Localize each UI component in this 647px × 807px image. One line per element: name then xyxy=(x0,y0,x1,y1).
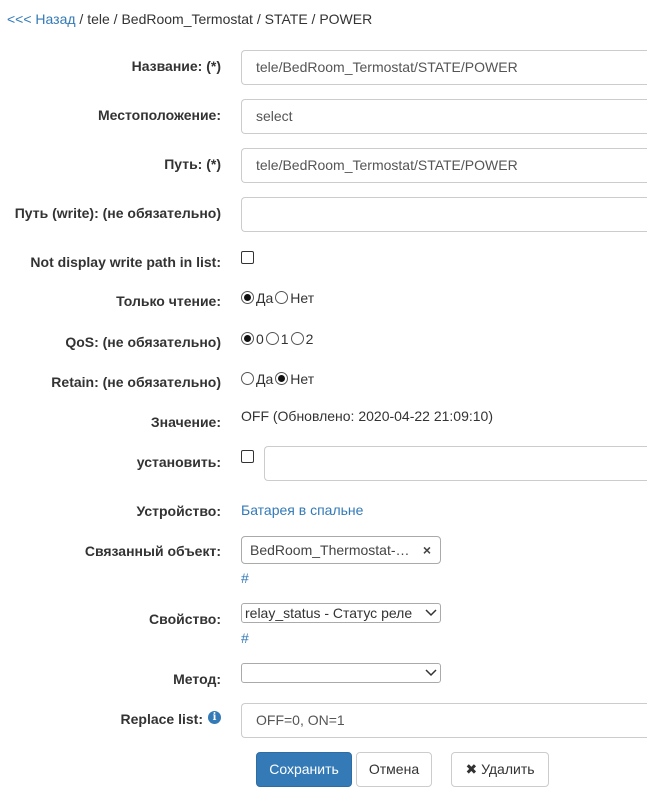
breadcrumb: <<< Назад / tele / BedRoom_Termostat / S… xyxy=(7,11,372,27)
read-only-no-radio[interactable] xyxy=(275,291,289,304)
clear-icon[interactable]: × xyxy=(423,537,431,563)
save-button[interactable]: Сохранить xyxy=(256,752,352,787)
breadcrumb-path: / tele / BedRoom_Termostat / STATE / POW… xyxy=(79,11,373,27)
property-select[interactable]: relay_status - Статус реле xyxy=(241,603,441,623)
not-display-write-label: Not display write path in list: xyxy=(30,254,221,270)
path-input[interactable]: tele/BedRoom_Termostat/STATE/POWER xyxy=(241,148,647,183)
device-link[interactable]: Батарея в спальне xyxy=(241,502,363,518)
retain-label: Retain: (не обязательно) xyxy=(51,374,221,390)
read-only-no-label: Нет xyxy=(290,290,315,306)
set-label: установить: xyxy=(136,454,221,470)
set-value-input[interactable] xyxy=(264,446,647,481)
qos-radio-group: 012 xyxy=(241,331,315,347)
qos-2-label: 2 xyxy=(305,331,314,347)
read-only-yes-label: Да xyxy=(256,290,274,306)
property-hash-link[interactable]: # xyxy=(241,630,249,646)
set-checkbox[interactable] xyxy=(241,450,254,463)
cancel-button[interactable]: Отмена xyxy=(356,752,432,787)
location-select[interactable]: select xyxy=(241,99,647,134)
qos-label: QoS: (не обязательно) xyxy=(65,334,221,350)
replace-list-label: Replace list: xyxy=(120,711,203,727)
current-value-text: OFF (Обновлено: 2020-04-22 21:09:10) xyxy=(241,408,493,424)
property-label: Свойство: xyxy=(149,611,221,627)
read-only-yes-radio[interactable] xyxy=(241,291,254,304)
info-icon[interactable]: i xyxy=(208,711,221,724)
method-label: Метод: xyxy=(173,671,221,687)
name-label: Название: (*) xyxy=(131,58,221,74)
delete-label: Удалить xyxy=(481,761,535,777)
qos-1-radio[interactable] xyxy=(265,332,279,345)
qos-0-label: 0 xyxy=(256,331,264,347)
method-select[interactable] xyxy=(241,663,441,683)
path-label: Путь: (*) xyxy=(164,156,221,172)
retain-no-radio[interactable] xyxy=(275,372,289,385)
retain-yes-label: Да xyxy=(256,371,274,387)
location-label: Местоположение: xyxy=(97,107,221,123)
linked-object-label: Связанный объект: xyxy=(84,543,221,559)
delete-button[interactable]: ✖ Удалить xyxy=(451,752,549,787)
linked-object-value: BedRoom_Thermostat-… xyxy=(250,542,410,558)
retain-yes-radio[interactable] xyxy=(241,372,254,385)
property-value: relay_status - Статус реле xyxy=(245,605,413,621)
read-only-radio-group: Да Нет xyxy=(241,290,316,306)
linked-object-hash-link[interactable]: # xyxy=(241,570,249,586)
device-label: Устройство: xyxy=(136,503,221,519)
retain-radio-group: Да Нет xyxy=(241,371,316,387)
path-write-label: Путь (write): (не обязательно) xyxy=(14,205,221,221)
name-input[interactable]: tele/BedRoom_Termostat/STATE/POWER xyxy=(241,50,647,85)
chevron-down-icon xyxy=(425,609,437,617)
not-display-write-checkbox[interactable] xyxy=(241,251,254,264)
replace-list-input[interactable]: OFF=0, ON=1 xyxy=(241,703,647,738)
linked-object-select[interactable]: BedRoom_Thermostat-… × xyxy=(241,536,441,564)
delete-icon: ✖ xyxy=(465,761,478,777)
back-link[interactable]: <<< Назад xyxy=(7,11,76,27)
value-label: Значение: xyxy=(150,414,221,430)
qos-2-radio[interactable] xyxy=(290,332,304,345)
chevron-down-icon xyxy=(425,669,437,677)
read-only-label: Только чтение: xyxy=(116,293,221,309)
path-write-input[interactable] xyxy=(241,197,647,232)
qos-0-radio[interactable] xyxy=(241,332,254,345)
qos-1-label: 1 xyxy=(280,331,289,347)
retain-no-label: Нет xyxy=(290,371,315,387)
